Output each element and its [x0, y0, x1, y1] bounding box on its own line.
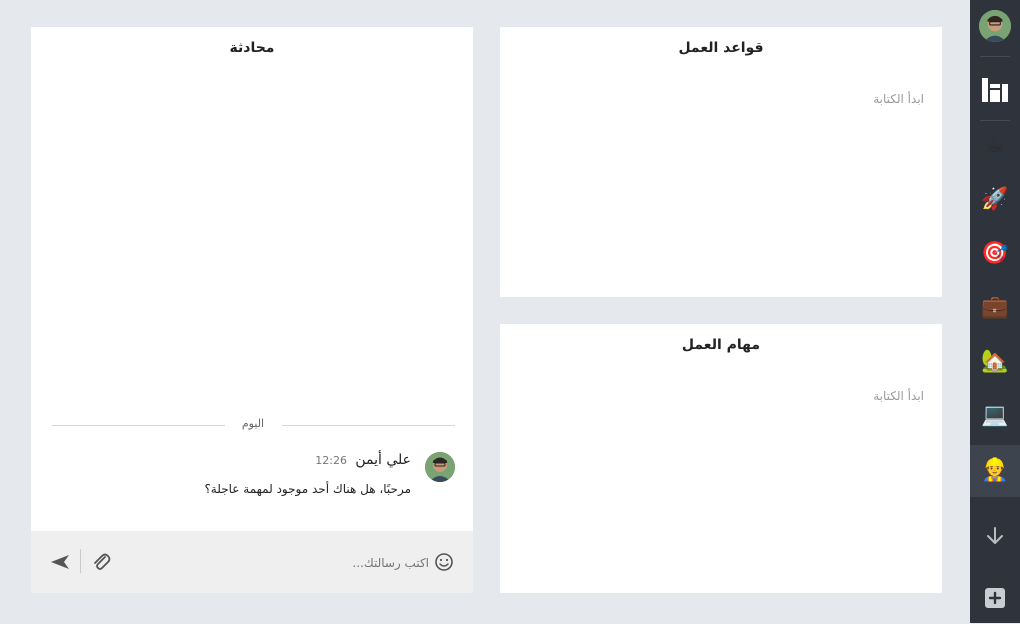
emoji-button[interactable] [434, 552, 454, 572]
message-sender: علي أيمن [355, 452, 411, 468]
message-input[interactable] [131, 549, 431, 577]
composer-separator [80, 549, 81, 573]
rail-item-person[interactable]: 👷 [970, 445, 1020, 497]
person-icon: 👷 [981, 458, 1009, 483]
tasks-title: مهام العمل [681, 337, 761, 353]
rail-item-briefcase[interactable]: 💼 [970, 282, 1020, 334]
divider-line-left [52, 425, 225, 426]
target-icon: 🎯 [981, 241, 1009, 266]
coffee-icon: ☕ [985, 133, 1005, 158]
divider-line-right [282, 425, 455, 426]
briefcase-icon: 💼 [981, 295, 1009, 320]
user-avatar[interactable] [970, 0, 1020, 52]
smiley-icon [435, 553, 453, 571]
rail-item-rocket[interactable]: 🚀 [970, 174, 1020, 226]
tasks-panel: مهام العمل ابدأ الكتابة [500, 324, 942, 593]
profile-avatar-icon [979, 10, 1011, 42]
rail-item-laptop[interactable]: 💻 [970, 390, 1020, 442]
rules-title: قواعد العمل [678, 40, 764, 56]
send-button[interactable] [49, 552, 71, 572]
rules-editor-placeholder[interactable]: ابدأ الكتابة [873, 92, 924, 106]
attach-button[interactable] [90, 551, 112, 573]
rail-item-target[interactable]: 🎯 [970, 228, 1020, 280]
message-avatar[interactable] [425, 452, 455, 482]
plus-square-icon [985, 588, 1005, 608]
send-icon [51, 555, 69, 569]
avatar-icon [425, 452, 455, 482]
laptop-icon: 💻 [981, 403, 1009, 428]
add-workspace-button[interactable] [970, 572, 1020, 624]
chat-title: محادثة [229, 40, 275, 56]
paperclip-icon [94, 553, 111, 570]
rail-item-coffee[interactable]: ☕ [970, 120, 1020, 172]
message-composer [31, 531, 473, 593]
app-logo[interactable] [970, 64, 1020, 116]
rail-item-house[interactable]: 🏡 [970, 336, 1020, 388]
rail-separator [980, 56, 1010, 57]
message-text: مرحبًا، هل هناك أحد موجود لمهمة عاجلة؟ [204, 482, 411, 496]
tasks-editor-placeholder[interactable]: ابدأ الكتابة [873, 389, 924, 403]
chat-panel: محادثة اليوم علي أيمن 12:26 مرحبًا، هل ه… [31, 27, 473, 593]
house-icon: 🏡 [981, 349, 1009, 374]
board-logo-icon [982, 78, 1008, 102]
day-divider-label: اليوم [241, 417, 265, 430]
scroll-down-button[interactable] [970, 510, 1020, 562]
arrow-down-icon [987, 527, 1003, 544]
rocket-icon: 🚀 [981, 187, 1009, 212]
workspace-rail: ☕ 🚀 🎯 💼 🏡 💻 👷 [970, 0, 1020, 623]
rules-panel: قواعد العمل ابدأ الكتابة [500, 27, 942, 297]
message-time: 12:26 [315, 454, 347, 467]
